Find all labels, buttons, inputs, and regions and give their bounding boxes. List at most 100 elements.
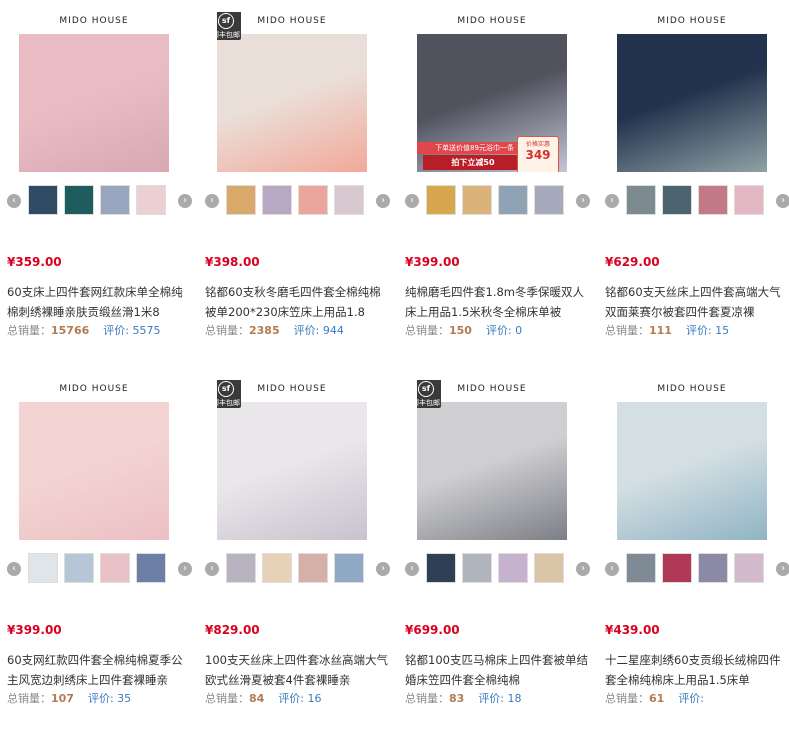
thumbnail[interactable] [534,553,564,583]
thumbnail[interactable] [64,185,94,215]
thumbnail[interactable] [100,553,130,583]
product-photo[interactable] [617,34,767,172]
reviews-label[interactable]: 评价: [686,324,715,337]
thumbnail[interactable] [662,553,692,583]
next-arrow-icon[interactable]: › [376,194,390,208]
product-card[interactable]: MIDO HOUSE ‹ › ¥629.00 铭都60支天丝床上四件套高端大气双面莱赛… [605,12,789,364]
thumbnail[interactable] [626,185,656,215]
product-title-link[interactable]: 60支网红款四件套全棉纯棉夏季公主风宽边刺绣床上四件套裸睡亲 [7,650,190,690]
reviews-label[interactable]: 评价: [478,692,507,705]
product-image[interactable]: MIDO HOUSE sf顺丰包邮 [217,380,367,540]
product-image[interactable]: MIDO HOUSE 下单送价值89元浴巾一条 拍下立减50 价格实惠 349 [417,12,567,172]
thumbnail[interactable] [298,553,328,583]
thumbnail[interactable] [298,185,328,215]
thumbnail[interactable] [136,553,166,583]
product-photo[interactable] [19,402,169,540]
next-arrow-icon[interactable]: › [376,562,390,576]
product-stats: 总销量：15766 评价: 5575 [7,322,192,338]
thumbnail[interactable] [626,553,656,583]
reviews-label[interactable]: 评价: [678,692,704,705]
next-arrow-icon[interactable]: › [576,562,590,576]
thumbnail[interactable] [462,185,492,215]
thumbnail[interactable] [136,185,166,215]
product-card[interactable]: MIDO HOUSE ‹ › ¥359.00 60支床上四件套网红款床单全棉纯棉刺绣裸… [7,12,192,364]
reviews-label[interactable]: 评价: [88,692,117,705]
thumbnail[interactable] [698,553,728,583]
reviews-count[interactable]: 18 [508,692,522,705]
product-photo[interactable] [617,402,767,540]
reviews-label[interactable]: 评价: [486,324,515,337]
product-title-link[interactable]: 十二星座刺绣60支贡缎长绒棉四件套全棉纯棉床上用品1.5床单 [605,650,788,690]
reviews-count[interactable]: 0 [515,324,522,337]
thumbnail[interactable] [734,185,764,215]
thumbnail[interactable] [498,185,528,215]
product-image[interactable]: MIDO HOUSE [617,380,767,540]
reviews-count[interactable]: 35 [117,692,131,705]
thumbnail-strip: ‹ › [7,553,192,585]
thumbnail[interactable] [334,553,364,583]
thumbnail[interactable] [734,553,764,583]
product-card[interactable]: MIDO HOUSE 下单送价值89元浴巾一条 拍下立减50 价格实惠 349 ‹… [405,12,590,364]
thumbnail[interactable] [100,185,130,215]
reviews-label[interactable]: 评价: [278,692,307,705]
reviews-count[interactable]: 5575 [132,324,160,337]
reviews-label[interactable]: 评价: [103,324,132,337]
product-title-link[interactable]: 100支天丝床上四件套冰丝高端大气欧式丝滑夏被套4件套裸睡亲 [205,650,388,690]
next-arrow-icon[interactable]: › [776,562,789,576]
prev-arrow-icon[interactable]: ‹ [405,194,419,208]
prev-arrow-icon[interactable]: ‹ [7,562,21,576]
product-photo[interactable] [217,34,367,172]
product-image[interactable]: MIDO HOUSE [19,12,169,172]
product-title-link[interactable]: 铭都60支天丝床上四件套高端大气双面莱赛尔被套四件套夏凉裸 [605,282,788,322]
thumbnail[interactable] [698,185,728,215]
product-grid: MIDO HOUSE ‹ › ¥359.00 60支床上四件套网红款床单全棉纯棉刺绣裸… [0,0,789,720]
thumbnail[interactable] [334,185,364,215]
product-price: ¥829.00 [205,623,260,637]
product-card[interactable]: MIDO HOUSE sf顺丰包邮 ‹ › ¥829.00 100支天丝床上四件套冰丝… [205,380,390,732]
thumbnail[interactable] [64,553,94,583]
product-photo[interactable] [19,34,169,172]
prev-arrow-icon[interactable]: ‹ [605,194,619,208]
product-title-link[interactable]: 铭都60支秋冬磨毛四件套全棉纯棉被单200*230床笠床上用品1.8 [205,282,388,322]
thumbnail[interactable] [226,553,256,583]
product-image[interactable]: MIDO HOUSE [617,12,767,172]
product-photo[interactable] [417,402,567,540]
thumbnail[interactable] [426,185,456,215]
thumbnail[interactable] [262,553,292,583]
thumbnail[interactable] [662,185,692,215]
product-card[interactable]: MIDO HOUSE sf顺丰包邮 ‹›¥699.00铭都100支匹马棉床上四件… [405,380,590,732]
next-arrow-icon[interactable]: › [178,562,192,576]
thumbnail[interactable] [262,185,292,215]
prev-arrow-icon[interactable]: ‹ [7,194,21,208]
prev-arrow-icon[interactable]: ‹ [205,194,219,208]
thumbnail[interactable] [426,553,456,583]
prev-arrow-icon[interactable]: ‹ [405,562,419,576]
reviews-count[interactable]: 944 [323,324,344,337]
next-arrow-icon[interactable]: › [178,194,192,208]
next-arrow-icon[interactable]: › [576,194,590,208]
prev-arrow-icon[interactable]: ‹ [605,562,619,576]
product-card[interactable]: MIDO HOUSE ‹ › ¥399.00 60支网红款四件套全棉纯棉夏季公主风宽边… [7,380,192,732]
thumbnail[interactable] [28,185,58,215]
next-arrow-icon[interactable]: › [776,194,789,208]
product-title-link[interactable]: 纯棉磨毛四件套1.8m冬季保暖双人床上用品1.5米秋冬全棉床单被 [405,282,588,322]
prev-arrow-icon[interactable]: ‹ [205,562,219,576]
product-title-link[interactable]: 铭都100支匹马棉床上四件套被单结婚床笠四件套全棉纯棉 [405,650,588,690]
product-photo[interactable] [217,402,367,540]
product-card[interactable]: MIDO HOUSE sf顺丰包邮 ‹›¥398.00铭都60支秋冬磨毛四件套全… [205,12,390,364]
sales-count: 2385 [249,324,280,337]
product-image[interactable]: MIDO HOUSE [19,380,169,540]
reviews-count[interactable]: 16 [308,692,322,705]
product-title-link[interactable]: 60支床上四件套网红款床单全棉纯棉刺绣裸睡亲肤贡缎丝滑1米8 [7,282,190,322]
thumbnail[interactable] [498,553,528,583]
product-image[interactable]: MIDO HOUSE sf顺丰包邮 [417,380,567,540]
product-card[interactable]: MIDO HOUSE ‹ › ¥439.00 十二星座刺绣60支贡缎长绒棉四件套全棉纯… [605,380,789,732]
thumbnail[interactable] [534,185,564,215]
thumbnail[interactable] [28,553,58,583]
thumbnail[interactable] [462,553,492,583]
sales-count: 84 [249,692,265,705]
product-image[interactable]: MIDO HOUSE sf顺丰包邮 [217,12,367,172]
reviews-count[interactable]: 15 [715,324,729,337]
thumbnail[interactable] [226,185,256,215]
reviews-label[interactable]: 评价: [294,324,323,337]
